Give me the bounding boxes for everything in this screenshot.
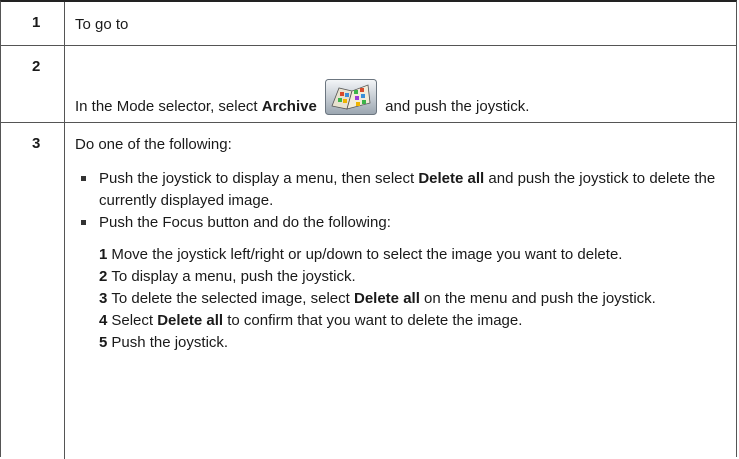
table-row: 1 To go to xyxy=(1,2,736,46)
substep-text: Move the joystick left/right or up/down … xyxy=(111,246,623,263)
list-item: 3 To delete the selected image, select De… xyxy=(99,288,724,310)
substep-number: 3 xyxy=(99,290,108,307)
list-item: Push the Focus button and do the followi… xyxy=(75,212,724,234)
substep-number: 1 xyxy=(99,246,108,263)
list-item: 5 Push the joystick. xyxy=(99,332,724,354)
bullet-1-bold: Delete all xyxy=(418,170,485,187)
table-row: 3 Do one of the following: Push the joys… xyxy=(1,123,736,459)
substep-text-after: on the menu and push the joystick. xyxy=(419,290,656,307)
substep-text: Select xyxy=(111,312,158,329)
step-3-intro: Do one of the following: xyxy=(75,136,232,153)
substep-text: To display a menu, push the joystick. xyxy=(111,268,356,285)
step-number: 3 xyxy=(1,123,65,459)
list-item: 1 Move the joystick left/right or up/down… xyxy=(99,244,724,266)
step-number: 2 xyxy=(1,46,65,122)
table-row: 2 In the Mode selector, select Archive a… xyxy=(1,46,736,123)
substep-number: 4 xyxy=(99,312,108,329)
step-text: To go to xyxy=(75,14,724,45)
substep-text-after: to confirm that you want to delete the i… xyxy=(223,312,523,329)
bullet-2-text: Push the Focus button and do the followi… xyxy=(99,214,391,231)
substep-bold: Delete all xyxy=(354,290,420,307)
step-number: 1 xyxy=(1,2,65,45)
archive-book-icon xyxy=(324,79,377,115)
substep-list: 1 Move the joystick left/right or up/down… xyxy=(99,244,724,354)
bullet-1-before: Push the joystick to display a menu, the… xyxy=(99,170,419,187)
step-1-text: To go to xyxy=(75,16,129,33)
substep-bold: Delete all xyxy=(157,312,224,329)
list-item: Push the joystick to display a menu, the… xyxy=(75,168,724,212)
substep-text: Push the joystick. xyxy=(111,334,229,351)
instruction-table: 1 To go to 2 In the Mode selector, selec… xyxy=(0,0,737,459)
list-item: 4 Select Delete all to confirm that you w… xyxy=(99,310,724,332)
step-2-text-before: In the Mode selector, select xyxy=(75,98,262,115)
substep-text: To delete the selected image, select xyxy=(111,290,354,307)
substep-number: 2 xyxy=(99,268,108,285)
substep-number: 5 xyxy=(99,334,108,351)
step-text: In the Mode selector, select Archive and… xyxy=(75,79,724,122)
option-list: Push the joystick to display a menu, the… xyxy=(75,168,724,234)
step-2-text-after: and push the joystick. xyxy=(380,98,530,115)
step-text: Do one of the following: Push the joysti… xyxy=(75,134,724,459)
list-item: 2 To display a menu, push the joystick. xyxy=(99,266,724,288)
archive-label: Archive xyxy=(261,98,317,115)
